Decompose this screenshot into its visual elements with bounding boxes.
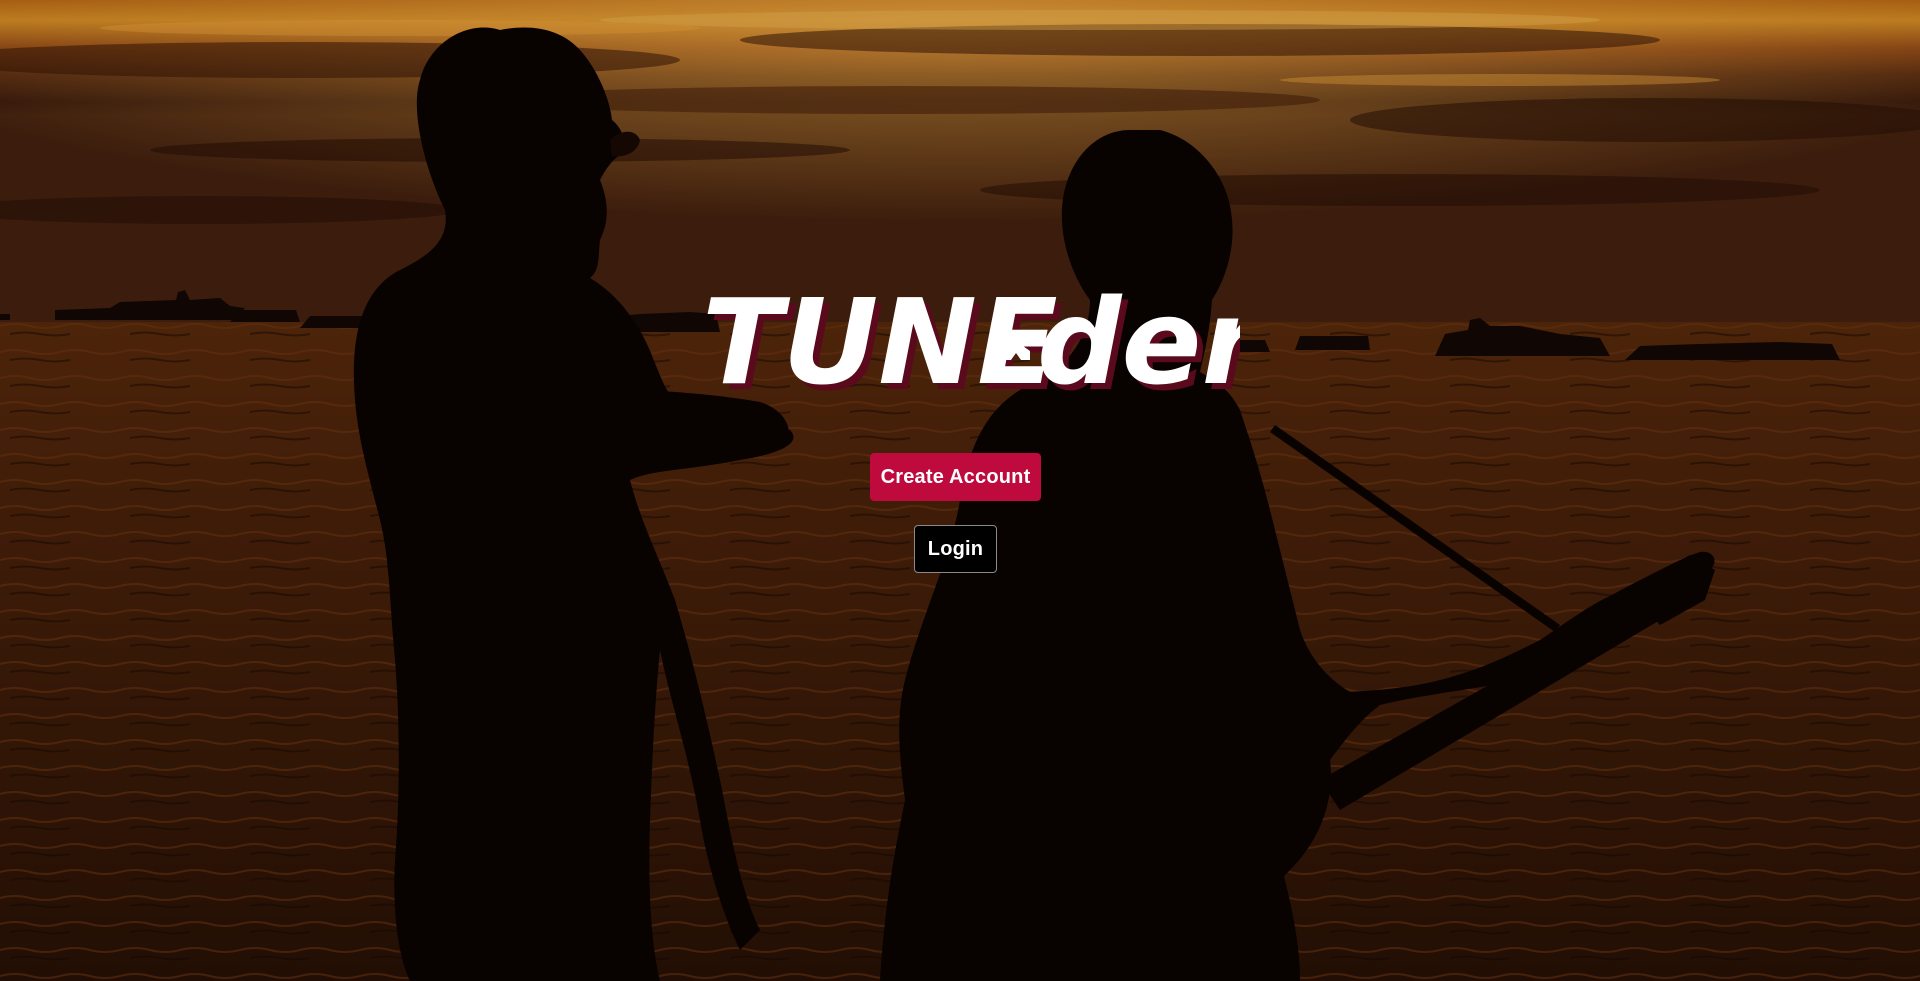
app-logo: TUNE der TUNE der bbox=[700, 276, 1240, 406]
landing-center: TUNE der TUNE der Create Account Login bbox=[0, 0, 1920, 981]
logo-text-right: der bbox=[1037, 276, 1240, 406]
login-button[interactable]: Login bbox=[914, 525, 997, 573]
landing-hero: TUNE der TUNE der Create Account Login bbox=[0, 0, 1920, 981]
login-label: Login bbox=[927, 537, 984, 560]
create-account-button[interactable]: Create Account bbox=[870, 453, 1041, 501]
create-account-label: Create Account bbox=[880, 465, 1031, 488]
